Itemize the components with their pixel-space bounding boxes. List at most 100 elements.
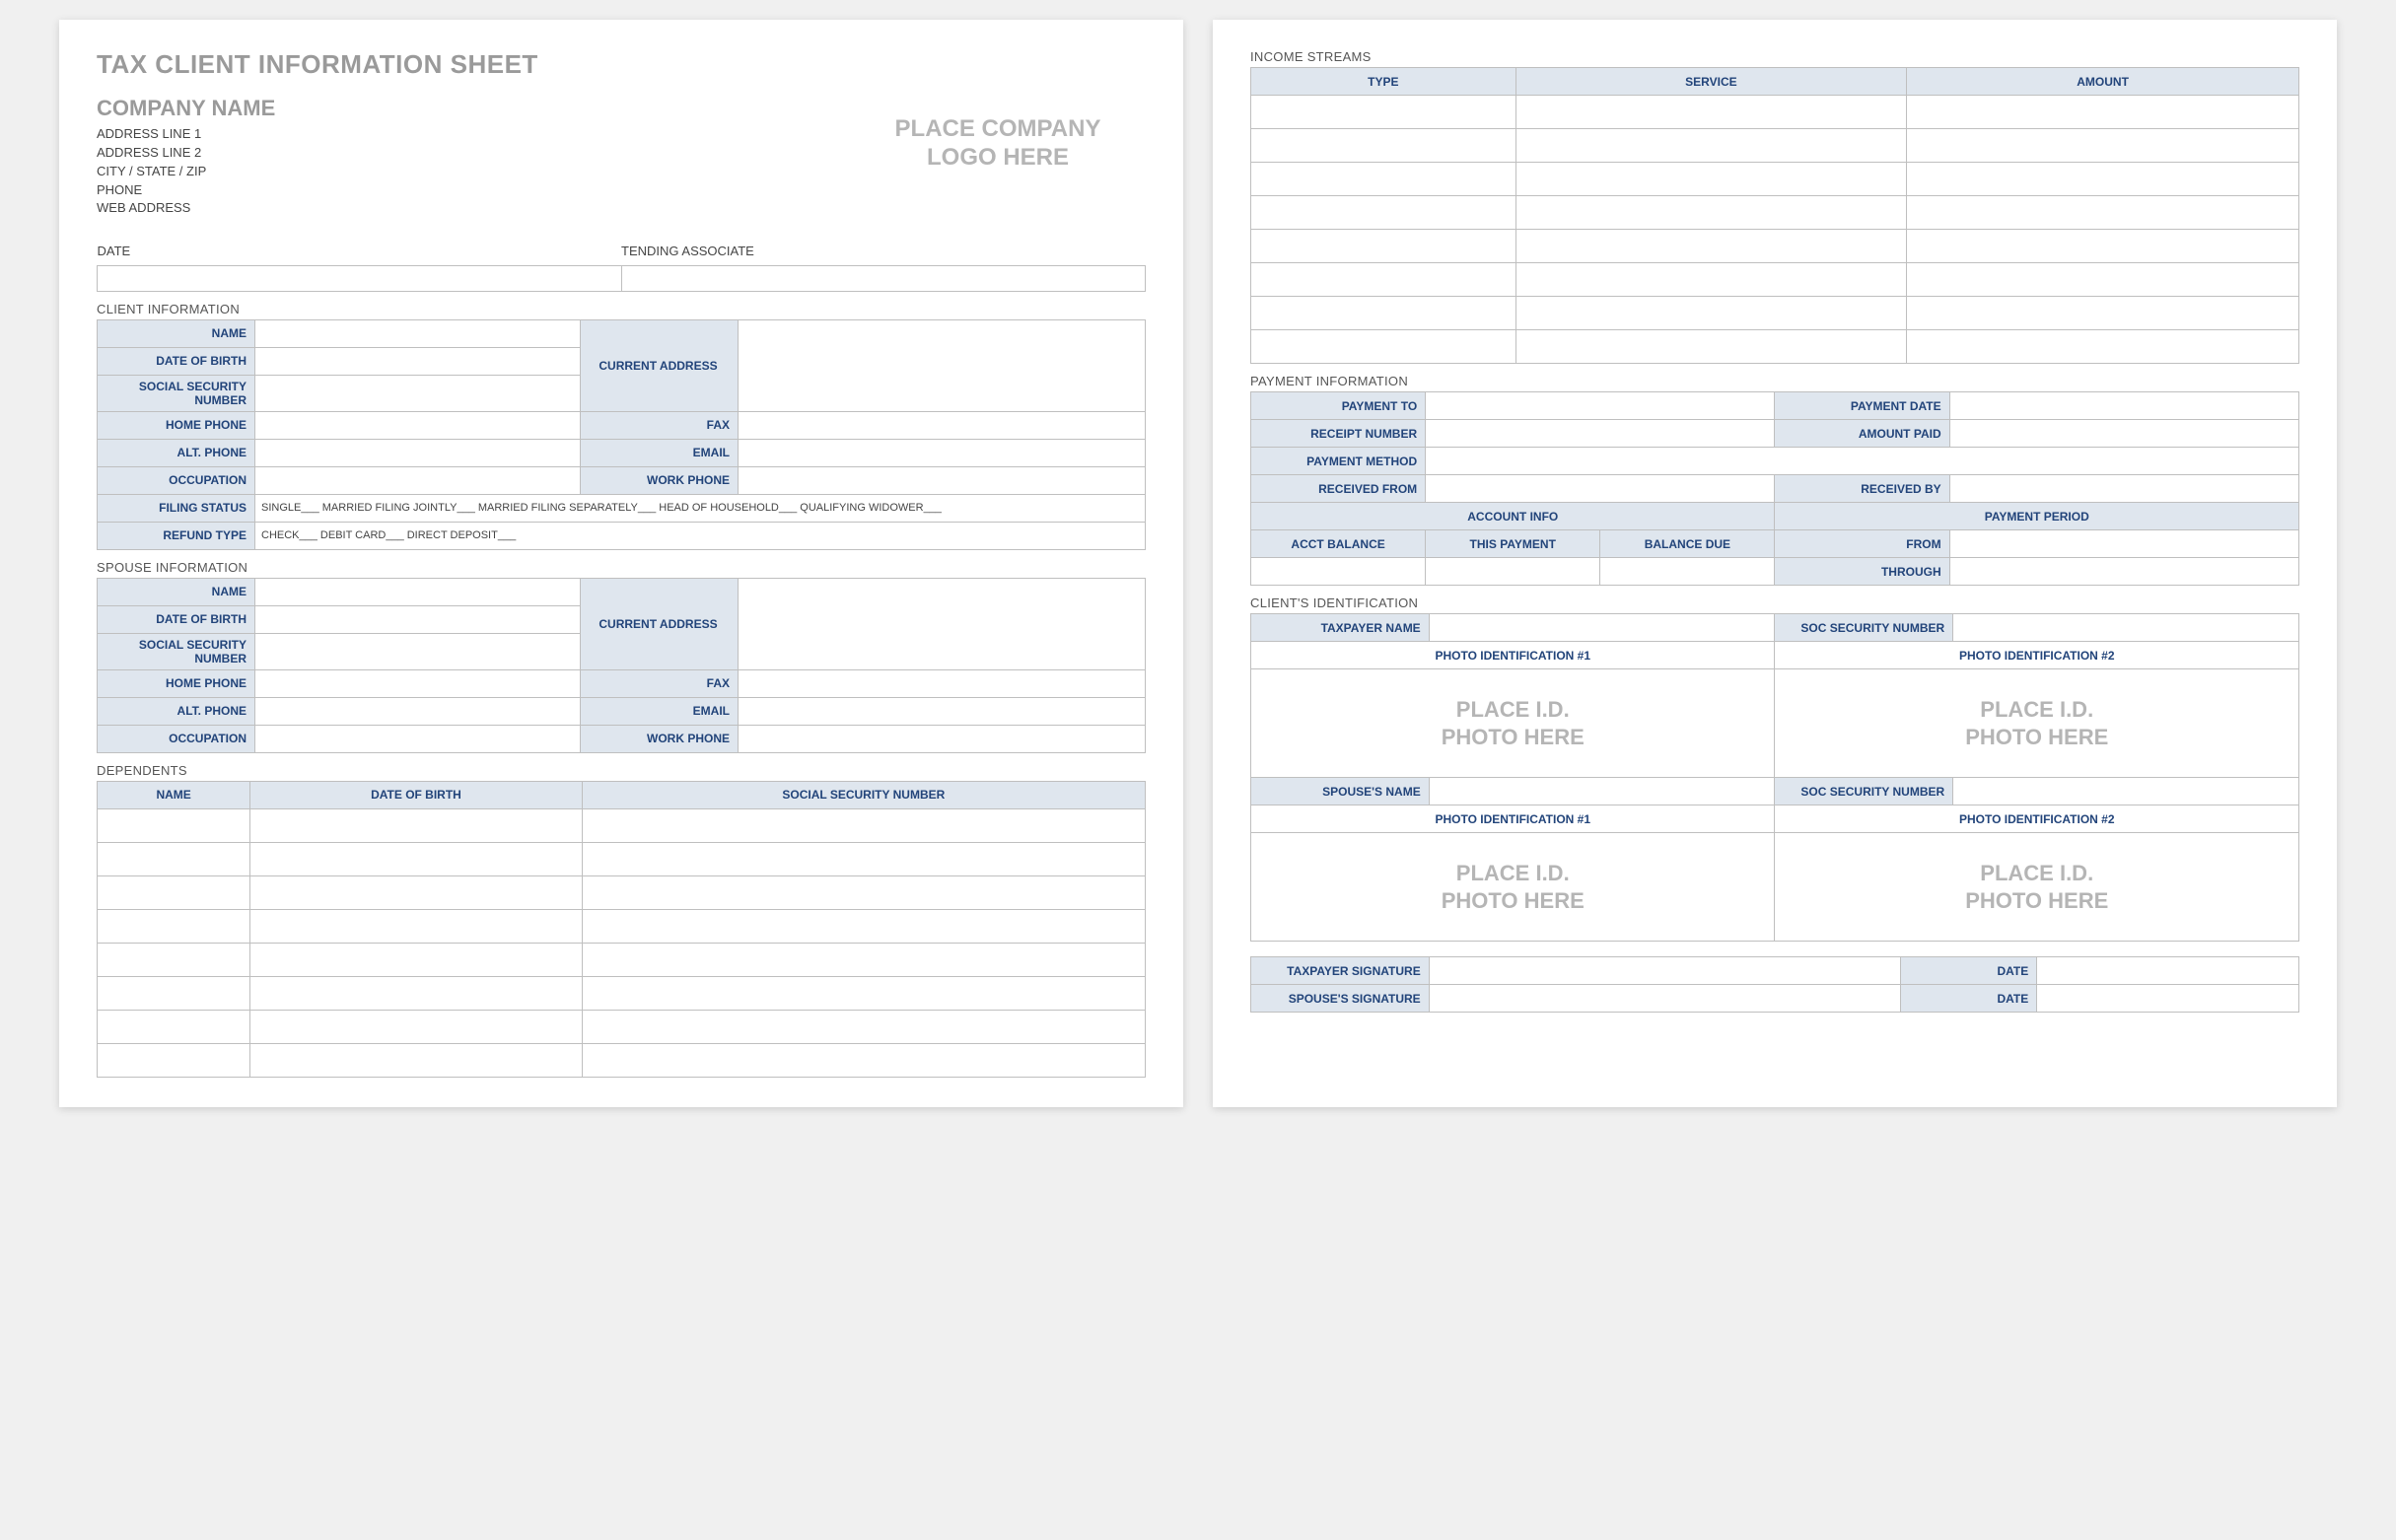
amount-paid-field[interactable]	[1949, 420, 2298, 448]
city-state-zip: CITY / STATE / ZIP	[97, 163, 275, 181]
label-account-info: ACCOUNT INFO	[1251, 503, 1775, 530]
acct-balance-field[interactable]	[1251, 558, 1426, 586]
client-address-field[interactable]	[739, 319, 1146, 411]
label-this-payment: THIS PAYMENT	[1426, 530, 1600, 558]
spouse-alt-phone-field[interactable]	[255, 697, 581, 725]
label-from: FROM	[1775, 530, 1949, 558]
label-payment-method: PAYMENT METHOD	[1251, 448, 1426, 475]
spouse-address-field[interactable]	[739, 578, 1146, 669]
taxpayer-photo-2-placeholder[interactable]: PLACE I.D. PHOTO HERE	[1775, 669, 2299, 778]
date-associate-table: DATE TENDING ASSOCIATE	[97, 238, 1146, 292]
filing-status-options[interactable]: SINGLE___ MARRIED FILING JOINTLY___ MARR…	[255, 494, 1146, 522]
section-client-info: CLIENT INFORMATION	[97, 302, 1146, 316]
label-refund-type: REFUND TYPE	[98, 522, 255, 549]
label-sig-date-2: DATE	[1901, 985, 2037, 1013]
client-work-phone-field[interactable]	[739, 466, 1146, 494]
spouses-signature-field[interactable]	[1429, 985, 1900, 1013]
label-work-phone: WORK PHONE	[581, 466, 739, 494]
spouse-fax-field[interactable]	[739, 669, 1146, 697]
spouse-work-phone-field[interactable]	[739, 725, 1146, 752]
spouse-occupation-field[interactable]	[255, 725, 581, 752]
spouse-ssn-field[interactable]	[255, 633, 581, 669]
client-email-field[interactable]	[739, 439, 1146, 466]
spouses-sig-date-field[interactable]	[2037, 985, 2299, 1013]
label-spouse-dob: DATE OF BIRTH	[98, 605, 255, 633]
address-line-1: ADDRESS LINE 1	[97, 125, 275, 144]
label-receipt-number: RECEIPT NUMBER	[1251, 420, 1426, 448]
label-ssn: SOCIAL SECURITY NUMBER	[98, 375, 255, 411]
label-photo-id-2-taxpayer: PHOTO IDENTIFICATION #2	[1775, 642, 2299, 669]
tending-associate-field[interactable]	[621, 265, 1146, 291]
page-left: TAX CLIENT INFORMATION SHEET COMPANY NAM…	[59, 20, 1183, 1107]
table-row	[98, 808, 1146, 842]
date-field[interactable]	[98, 265, 622, 291]
label-alt-phone: ALT. PHONE	[98, 439, 255, 466]
spouse-info-table: NAME CURRENT ADDRESS DATE OF BIRTH SOCIA…	[97, 578, 1146, 753]
label-amount-paid: AMOUNT PAID	[1775, 420, 1949, 448]
this-payment-field[interactable]	[1426, 558, 1600, 586]
taxpayer-name-field[interactable]	[1429, 614, 1775, 642]
table-row	[1251, 96, 2299, 129]
payment-date-field[interactable]	[1949, 392, 2298, 420]
label-spouse-alt-phone: ALT. PHONE	[98, 697, 255, 725]
client-alt-phone-field[interactable]	[255, 439, 581, 466]
from-field[interactable]	[1949, 530, 2298, 558]
identification-table: TAXPAYER NAME SOC SECURITY NUMBER PHOTO …	[1250, 613, 2299, 942]
through-field[interactable]	[1949, 558, 2298, 586]
balance-due-field[interactable]	[1600, 558, 1775, 586]
received-from-field[interactable]	[1426, 475, 1775, 503]
label-received-from: RECEIVED FROM	[1251, 475, 1426, 503]
table-row	[98, 909, 1146, 943]
label-balance-due: BALANCE DUE	[1600, 530, 1775, 558]
client-name-field[interactable]	[255, 319, 581, 347]
label-name: NAME	[98, 319, 255, 347]
payment-method-field[interactable]	[1426, 448, 2299, 475]
spouse-dob-field[interactable]	[255, 605, 581, 633]
label-taxpayer-name: TAXPAYER NAME	[1251, 614, 1430, 642]
label-payment-to: PAYMENT TO	[1251, 392, 1426, 420]
company-header: COMPANY NAME ADDRESS LINE 1 ADDRESS LINE…	[97, 96, 1146, 218]
client-ssn-field[interactable]	[255, 375, 581, 411]
spouse-ssn-id-field[interactable]	[1953, 778, 2299, 805]
section-clients-identification: CLIENT'S IDENTIFICATION	[1250, 595, 2299, 610]
spouse-photo-1-placeholder[interactable]: PLACE I.D. PHOTO HERE	[1251, 833, 1775, 942]
client-occupation-field[interactable]	[255, 466, 581, 494]
company-address-lines: ADDRESS LINE 1 ADDRESS LINE 2 CITY / STA…	[97, 125, 275, 218]
client-dob-field[interactable]	[255, 347, 581, 375]
receipt-number-field[interactable]	[1426, 420, 1775, 448]
label-dob: DATE OF BIRTH	[98, 347, 255, 375]
page-right: INCOME STREAMS TYPE SERVICE AMOUNT PAYME…	[1213, 20, 2337, 1107]
taxpayer-signature-field[interactable]	[1429, 957, 1900, 985]
label-spouse-fax: FAX	[581, 669, 739, 697]
label-spouses-name: SPOUSE'S NAME	[1251, 778, 1430, 805]
taxpayer-ssn-field[interactable]	[1953, 614, 2299, 642]
taxpayer-photo-1-placeholder[interactable]: PLACE I.D. PHOTO HERE	[1251, 669, 1775, 778]
spouses-name-field[interactable]	[1429, 778, 1775, 805]
label-fax: FAX	[581, 411, 739, 439]
label-payment-date: PAYMENT DATE	[1775, 392, 1949, 420]
payment-info-table: PAYMENT TO PAYMENT DATE RECEIPT NUMBER A…	[1250, 391, 2299, 586]
refund-type-options[interactable]: CHECK___ DEBIT CARD___ DIRECT DEPOSIT___	[255, 522, 1146, 549]
spouse-home-phone-field[interactable]	[255, 669, 581, 697]
label-taxpayer-signature: TAXPAYER SIGNATURE	[1251, 957, 1430, 985]
address-line-2: ADDRESS LINE 2	[97, 144, 275, 163]
inc-col-service: SERVICE	[1515, 68, 1907, 96]
spouse-email-field[interactable]	[739, 697, 1146, 725]
spouse-name-field[interactable]	[255, 578, 581, 605]
section-spouse-info: SPOUSE INFORMATION	[97, 560, 1146, 575]
label-spouse-name: NAME	[98, 578, 255, 605]
table-row	[98, 943, 1146, 976]
taxpayer-sig-date-field[interactable]	[2037, 957, 2299, 985]
label-spouse-home-phone: HOME PHONE	[98, 669, 255, 697]
dependents-table: NAME DATE OF BIRTH SOCIAL SECURITY NUMBE…	[97, 781, 1146, 1078]
client-home-phone-field[interactable]	[255, 411, 581, 439]
client-fax-field[interactable]	[739, 411, 1146, 439]
spouse-photo-2-placeholder[interactable]: PLACE I.D. PHOTO HERE	[1775, 833, 2299, 942]
section-payment-info: PAYMENT INFORMATION	[1250, 374, 2299, 388]
table-row	[1251, 129, 2299, 163]
label-email: EMAIL	[581, 439, 739, 466]
received-by-field[interactable]	[1949, 475, 2298, 503]
dep-col-dob: DATE OF BIRTH	[250, 781, 582, 808]
table-row	[98, 1010, 1146, 1043]
payment-to-field[interactable]	[1426, 392, 1775, 420]
